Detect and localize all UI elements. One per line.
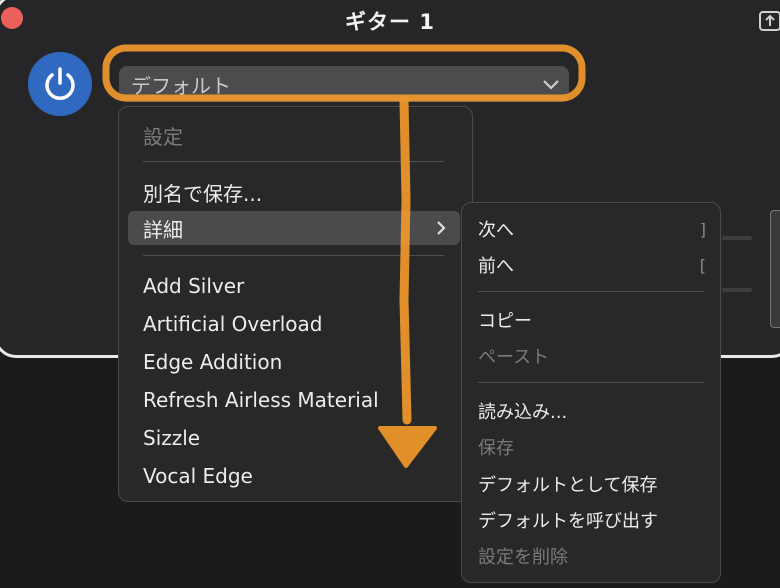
submenu-item-label: 次へ xyxy=(478,220,514,241)
window-title: ギター 1 xyxy=(345,10,435,34)
submenu-item-label: 前へ xyxy=(478,256,514,277)
slider-line xyxy=(722,236,752,240)
submenu-item-paste: ペースト xyxy=(478,347,550,368)
expand-icon[interactable] xyxy=(758,10,780,32)
menu-item-preset[interactable]: Edge Addition xyxy=(119,345,472,379)
preset-select-value: デフォルト xyxy=(131,73,231,98)
submenu-item-recall-default[interactable]: デフォルトを呼び出す xyxy=(462,503,720,537)
submenu-item-previous[interactable]: 前へ [ xyxy=(462,248,720,282)
preset-select[interactable]: デフォルト xyxy=(119,66,569,102)
chevron-right-icon xyxy=(437,221,446,235)
menu-item-label: 詳細 xyxy=(143,217,183,242)
menu-item-preset[interactable]: Refresh Airless Material xyxy=(119,383,472,417)
menu-item-preset[interactable]: Add Silver xyxy=(119,269,472,303)
details-submenu: 次へ ] 前へ [ コピー ペースト 読み込み... 保存 デフォルトとして保存… xyxy=(461,202,721,583)
power-icon xyxy=(45,67,75,100)
shortcut-label: [ xyxy=(699,255,706,275)
submenu-item-copy[interactable]: コピー xyxy=(462,303,720,337)
preset-menu: 設定 別名で保存... 詳細 Add Silver Artificial Ove… xyxy=(118,106,473,502)
menu-separator xyxy=(478,382,704,383)
submenu-item-delete-setting: 設定を削除 xyxy=(478,547,568,568)
menu-item-details[interactable]: 詳細 xyxy=(128,211,460,245)
menu-item-preset[interactable]: Vocal Edge xyxy=(119,459,472,493)
menu-separator xyxy=(143,161,444,162)
submenu-item-save-default[interactable]: デフォルトとして保存 xyxy=(462,467,720,501)
menu-item-preset[interactable]: Sizzle xyxy=(119,421,472,455)
slider-line xyxy=(722,288,752,292)
submenu-item-next[interactable]: 次へ ] xyxy=(462,212,720,246)
menu-separator xyxy=(143,255,444,256)
menu-separator xyxy=(478,291,704,292)
shortcut-label: ] xyxy=(699,219,706,239)
power-button[interactable] xyxy=(28,52,92,116)
submenu-item-save: 保存 xyxy=(478,438,514,459)
menu-item-save-as[interactable]: 別名で保存... xyxy=(119,175,472,209)
submenu-item-load[interactable]: 読み込み... xyxy=(462,394,720,428)
menu-header-settings: 設定 xyxy=(143,124,183,149)
slider-track[interactable] xyxy=(770,210,780,328)
chevron-down-icon xyxy=(543,80,559,90)
menu-item-preset[interactable]: Artificial Overload xyxy=(119,307,472,341)
